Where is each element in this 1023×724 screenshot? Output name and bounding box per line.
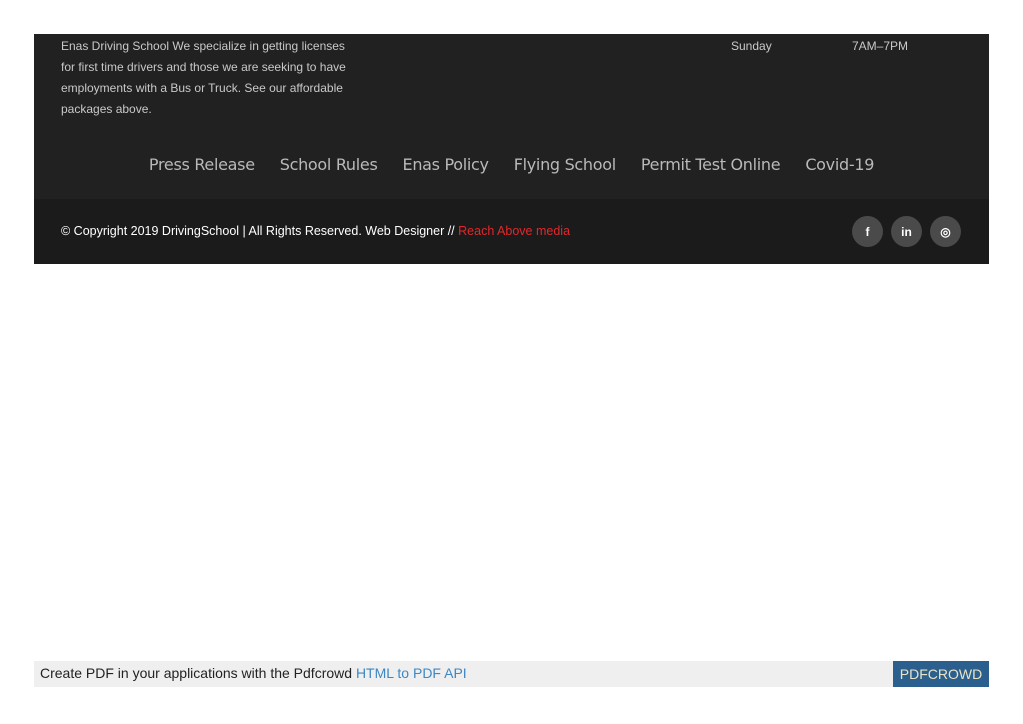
pdfcrowd-bar: Create PDF in your applications with the…	[34, 661, 989, 687]
about-line: packages above.	[61, 102, 152, 116]
instagram-icon[interactable]: ◎	[930, 216, 961, 247]
linkedin-icon[interactable]: in	[891, 216, 922, 247]
hours-time: 7AM–7PM	[852, 39, 909, 53]
nav-school-rules[interactable]: School Rules	[280, 155, 378, 174]
pdfcrowd-label: Create PDF in your applications with the…	[40, 665, 356, 681]
footer-bottom: © Copyright 2019 DrivingSchool | All Rig…	[34, 199, 989, 264]
about-line: employments with a Bus or Truck. See our…	[61, 81, 343, 95]
footer-top: Enas Driving School We specialize in get…	[34, 34, 989, 199]
pdfcrowd-text: Create PDF in your applications with the…	[40, 665, 467, 681]
hours-day: Sunday	[731, 39, 772, 53]
designer-link[interactable]: Reach Above media	[458, 224, 570, 238]
about-line: for first time drivers and those we are …	[61, 60, 346, 74]
nav-permit-test-online[interactable]: Permit Test Online	[641, 155, 781, 174]
pdfcrowd-link[interactable]: HTML to PDF API	[356, 665, 467, 681]
pdfcrowd-badge[interactable]: PDFCROWD	[893, 661, 989, 687]
footer-nav: Press Release School Rules Enas Policy F…	[34, 152, 989, 176]
nav-enas-policy[interactable]: Enas Policy	[403, 155, 490, 174]
copyright-label: © Copyright 2019 DrivingSchool | All Rig…	[61, 224, 459, 238]
nav-covid-19[interactable]: Covid-19	[805, 155, 874, 174]
copyright-text: © Copyright 2019 DrivingSchool | All Rig…	[61, 224, 570, 238]
nav-flying-school[interactable]: Flying School	[514, 155, 616, 174]
about-line: Enas Driving School We specialize in get…	[61, 39, 345, 53]
nav-press-release[interactable]: Press Release	[149, 155, 255, 174]
about-text: Enas Driving School We specialize in get…	[61, 36, 361, 120]
social-links: f in ◎	[852, 216, 961, 247]
facebook-icon[interactable]: f	[852, 216, 883, 247]
